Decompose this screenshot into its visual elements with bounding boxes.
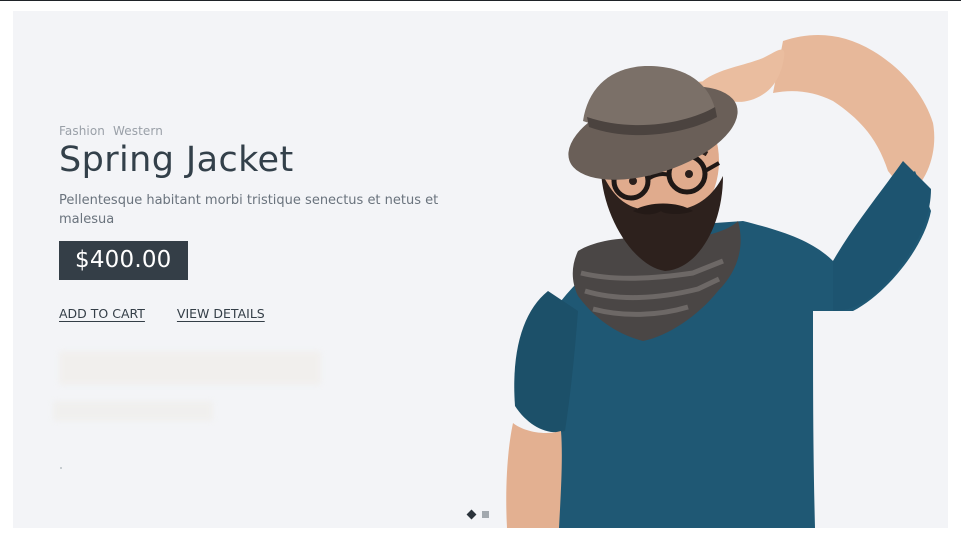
tag-western[interactable]: Western bbox=[113, 124, 163, 138]
man-in-hat-photo bbox=[506, 35, 935, 528]
hero-slider: Fashion Western Spring Jacket Pellentesq… bbox=[13, 11, 948, 528]
faded-placeholder-line bbox=[53, 401, 213, 421]
tag-list: Fashion Western bbox=[59, 124, 454, 138]
faint-dot bbox=[60, 467, 62, 469]
pager-dot-1[interactable] bbox=[466, 509, 477, 520]
slide-content: Fashion Western Spring Jacket Pellentesq… bbox=[59, 124, 454, 321]
top-divider bbox=[0, 0, 961, 1]
tag-fashion[interactable]: Fashion bbox=[59, 124, 105, 138]
pager-dot-2[interactable] bbox=[482, 511, 489, 518]
price-badge: $400.00 bbox=[59, 241, 188, 281]
add-to-cart-link[interactable]: ADD TO CART bbox=[59, 306, 145, 321]
action-links: ADD TO CART VIEW DETAILS bbox=[59, 306, 454, 321]
view-details-link[interactable]: VIEW DETAILS bbox=[177, 306, 265, 321]
product-title: Spring Jacket bbox=[59, 140, 294, 180]
product-description: Pellentesque habitant morbi tristique se… bbox=[59, 193, 439, 228]
faded-placeholder-block bbox=[59, 351, 321, 385]
slider-pagination bbox=[466, 509, 489, 520]
